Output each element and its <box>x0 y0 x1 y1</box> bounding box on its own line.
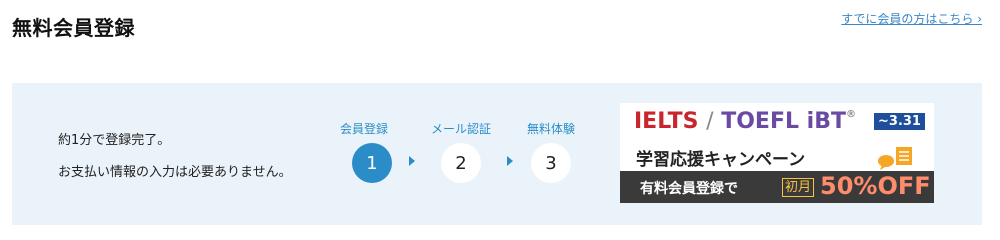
step-arrow-icon <box>507 156 513 166</box>
banner-ielts: IELTS <box>634 109 699 134</box>
banner-discount-text: 50%OFF <box>820 172 931 200</box>
login-link[interactable]: すでに会員の方はこちら › <box>841 10 982 27</box>
banner-date-badge: ~3.31 <box>874 113 925 130</box>
step-circle-1: 1 <box>352 143 392 183</box>
step-label-register: 会員登録 <box>339 122 388 136</box>
campaign-banner[interactable]: IELTS / TOEFL iBT® ~3.31 学習応援キャンペーン 有料会員… <box>620 103 934 203</box>
step-circle-3: 3 <box>531 143 571 183</box>
banner-exam-title: IELTS / TOEFL iBT® <box>634 109 856 134</box>
intro-completion-text: 約1分で登録完了。 <box>58 133 171 148</box>
banner-offer-bar: 有料会員登録で 初月 50%OFF <box>620 171 934 203</box>
banner-campaign-title: 学習応援キャンペーン <box>636 150 806 170</box>
banner-first-month-badge: 初月 <box>782 178 815 197</box>
step-arrow-icon <box>409 156 415 166</box>
intro-payment-text: お支払い情報の入力は必要ありません。 <box>58 165 292 180</box>
banner-paid-signup-text: 有料会員登録で <box>640 181 738 197</box>
banner-registered-mark: ® <box>845 109 856 120</box>
step-label-email-verify: メール認証 <box>430 122 491 136</box>
step-circle-2: 2 <box>441 143 481 183</box>
registration-info-panel: 約1分で登録完了。 お支払い情報の入力は必要ありません。 会員登録 1 メール認… <box>12 83 982 225</box>
banner-toefl: TOEFL iBT <box>721 109 846 134</box>
banner-slash: / <box>706 109 714 134</box>
page-title: 無料会員登録 <box>12 16 135 40</box>
step-label-free-trial: 無料体験 <box>526 122 575 136</box>
